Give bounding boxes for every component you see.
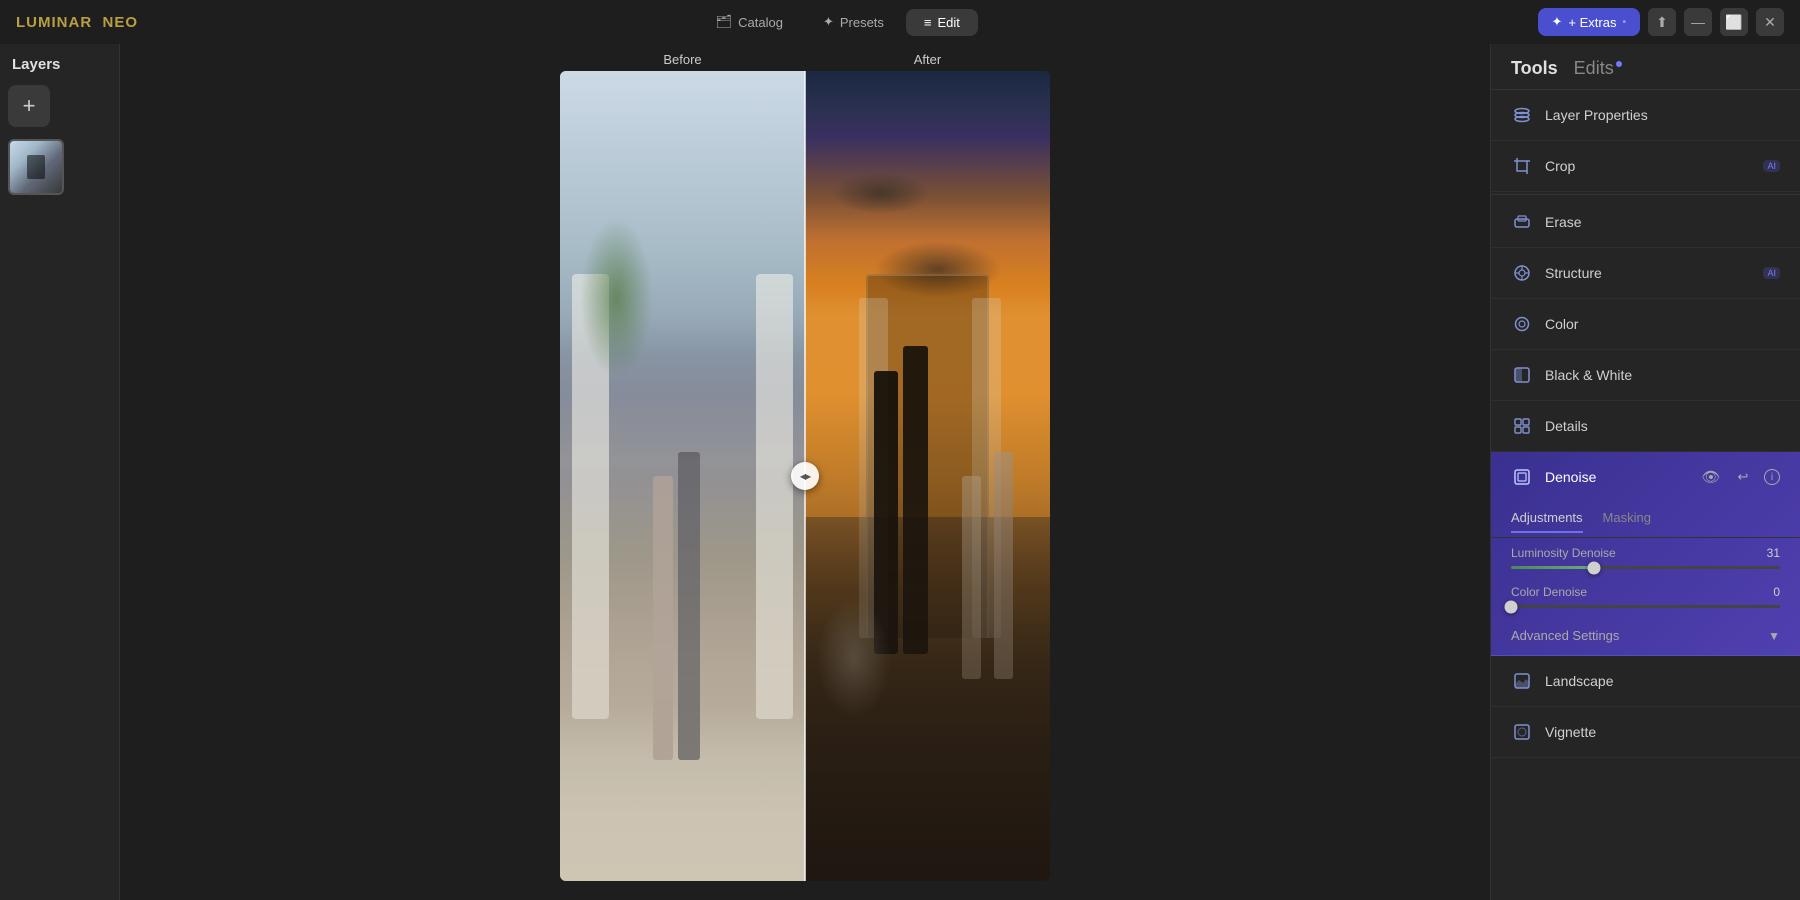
color-denoise-thumb[interactable] [1505, 600, 1518, 613]
extras-label: + Extras [1568, 15, 1616, 30]
canvas-area: Before After [120, 44, 1490, 900]
tool-color[interactable]: Color [1491, 299, 1800, 350]
divider-1 [1491, 194, 1800, 195]
tool-landscape[interactable]: Landscape [1491, 656, 1800, 707]
edits-dot [1616, 61, 1622, 67]
tab-catalog[interactable]: 🗂 Catalog [698, 8, 801, 36]
landscape-label: Landscape [1545, 673, 1780, 689]
color-denoise-value: 0 [1773, 585, 1780, 599]
denoise-action-icons: 👁 ↩ i [1700, 466, 1780, 488]
crop-ai-badge: AI [1763, 160, 1780, 172]
logo-neo: NEO [103, 14, 139, 31]
edit-icon: ≡ [924, 15, 932, 30]
vignette-icon [1511, 721, 1533, 743]
tool-details[interactable]: Details [1491, 401, 1800, 452]
details-label: Details [1545, 418, 1780, 434]
tab-edits[interactable]: Edits [1574, 58, 1622, 79]
advanced-settings-row[interactable]: Advanced Settings ▼ [1491, 616, 1800, 655]
extras-asterisk: • [1622, 17, 1626, 28]
luminosity-denoise-row: Luminosity Denoise 31 [1491, 538, 1800, 577]
luminosity-denoise-fill [1511, 566, 1594, 569]
luminosity-denoise-header: Luminosity Denoise 31 [1511, 546, 1780, 560]
structure-ai-badge: AI [1763, 267, 1780, 279]
photo-after [805, 71, 1050, 881]
plus-icon: + [23, 93, 36, 119]
color-denoise-header: Color Denoise 0 [1511, 585, 1780, 599]
tools-header: Tools Edits [1491, 44, 1800, 90]
tool-denoise-active[interactable]: Denoise 👁 ↩ i Adjustments Masking Lumino… [1491, 452, 1800, 656]
denoise-tabs: Adjustments Masking [1491, 502, 1800, 538]
before-after-handle[interactable] [791, 462, 819, 490]
layer-properties-icon [1511, 104, 1533, 126]
tool-erase[interactable]: Erase [1491, 197, 1800, 248]
nav-tabs: 🗂 Catalog ✦ Presets ≡ Edit [698, 8, 978, 36]
presets-label: Presets [840, 15, 884, 30]
layer-properties-label: Layer Properties [1545, 107, 1780, 123]
tool-vignette[interactable]: Vignette [1491, 707, 1800, 758]
presets-icon: ✦ [823, 14, 834, 30]
advanced-settings-chevron: ▼ [1768, 629, 1780, 643]
share-button[interactable]: ⬆ [1648, 8, 1676, 36]
black-white-icon [1511, 364, 1533, 386]
logo-luminar: LUMINAR [16, 14, 92, 31]
luminosity-denoise-label: Luminosity Denoise [1511, 546, 1616, 560]
extras-plus-icon: ✦ [1552, 14, 1563, 30]
layers-title: Layers [8, 56, 111, 73]
tool-black-white[interactable]: Black & White [1491, 350, 1800, 401]
denoise-tab-adjustments[interactable]: Adjustments [1511, 510, 1583, 533]
app-logo: LUMINAR NEO [16, 14, 138, 31]
denoise-label: Denoise [1545, 469, 1596, 485]
erase-icon [1511, 211, 1533, 233]
denoise-tab-masking[interactable]: Masking [1603, 510, 1651, 533]
color-denoise-track[interactable] [1511, 605, 1780, 608]
layer-thumb-preview [10, 141, 62, 193]
color-label: Color [1545, 316, 1780, 332]
tab-presets[interactable]: ✦ Presets [805, 8, 902, 36]
main-area: Layers + Before After [0, 44, 1800, 900]
details-icon [1511, 415, 1533, 437]
color-denoise-label: Color Denoise [1511, 585, 1587, 599]
catalog-label: Catalog [738, 15, 783, 30]
crop-label: Crop [1545, 158, 1749, 174]
photo-container[interactable] [560, 71, 1050, 881]
tab-tools[interactable]: Tools [1511, 58, 1558, 79]
advanced-settings-label: Advanced Settings [1511, 628, 1619, 643]
add-layer-button[interactable]: + [8, 85, 50, 127]
title-bar: LUMINAR NEO 🗂 Catalog ✦ Presets ≡ Edit ✦… [0, 0, 1800, 44]
structure-icon [1511, 262, 1533, 284]
erase-label: Erase [1545, 214, 1780, 230]
catalog-icon: 🗂 [716, 14, 733, 30]
structure-label: Structure [1545, 265, 1749, 281]
denoise-icon [1511, 466, 1533, 488]
denoise-visibility-icon[interactable]: 👁 [1700, 466, 1722, 488]
minimize-button[interactable]: — [1684, 8, 1712, 36]
luminosity-denoise-track[interactable] [1511, 566, 1780, 569]
before-after-bar: Before After [560, 52, 1050, 67]
luminosity-denoise-value: 31 [1767, 546, 1780, 560]
layers-panel: Layers + [0, 44, 120, 900]
maximize-button[interactable]: ⬜ [1720, 8, 1748, 36]
color-icon [1511, 313, 1533, 335]
photo-before [560, 71, 805, 881]
tool-structure[interactable]: Structure AI [1491, 248, 1800, 299]
before-label: Before [560, 52, 805, 67]
vignette-label: Vignette [1545, 724, 1780, 740]
extras-button[interactable]: ✦ + Extras • [1538, 8, 1640, 36]
close-button[interactable]: ✕ [1756, 8, 1784, 36]
color-denoise-row: Color Denoise 0 [1491, 577, 1800, 616]
black-white-label: Black & White [1545, 367, 1780, 383]
denoise-reset-icon[interactable]: ↩ [1732, 466, 1754, 488]
tab-edit[interactable]: ≡ Edit [906, 9, 978, 36]
edit-label: Edit [938, 15, 960, 30]
right-panel: Tools Edits Layer Properties [1490, 44, 1800, 900]
tool-layer-properties[interactable]: Layer Properties [1491, 90, 1800, 141]
denoise-info-icon[interactable]: i [1764, 469, 1780, 485]
tool-crop[interactable]: Crop AI [1491, 141, 1800, 192]
crop-icon [1511, 155, 1533, 177]
after-label: After [805, 52, 1050, 67]
layer-thumbnail-1[interactable] [8, 139, 64, 195]
landscape-icon [1511, 670, 1533, 692]
titlebar-actions: ✦ + Extras • ⬆ — ⬜ ✕ [1538, 8, 1784, 36]
luminosity-denoise-thumb[interactable] [1588, 561, 1601, 574]
